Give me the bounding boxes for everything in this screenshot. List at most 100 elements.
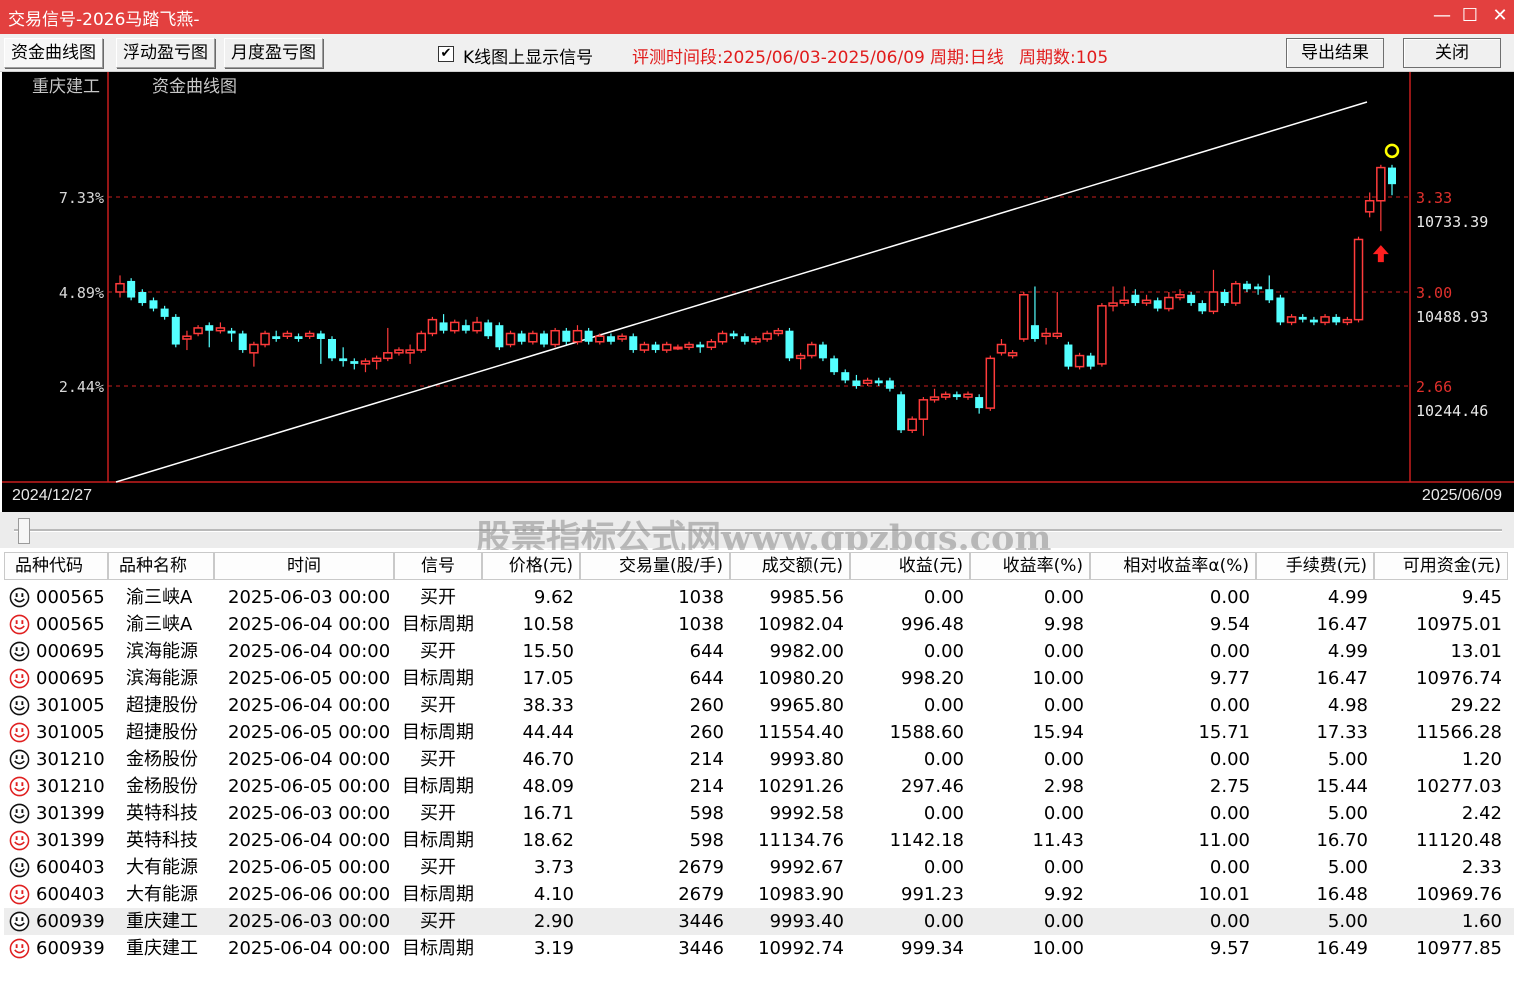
table-row[interactable]: 000695 滨海能源 2025-06-05 00:00 目标周期 17.05 644 10… [4,665,1514,692]
candle [461,319,470,334]
column-header[interactable]: 收益率(%) [970,552,1090,580]
candle [115,275,125,298]
column-header[interactable]: 品种名称 [108,552,214,580]
column-header[interactable]: 可用资金(元) [1374,552,1508,580]
table-row[interactable]: 600403 大有能源 2025-06-06 00:00 目标周期 4.10 2679 10… [4,881,1514,908]
candle-body [975,397,984,409]
cell-rate: 0.00 [1043,695,1084,716]
candle [1007,350,1018,359]
cell-name: 金杨股份 [126,776,198,797]
column-header[interactable]: 交易量(股/手) [580,552,730,580]
candle-body [517,333,526,342]
export-button[interactable]: 导出结果 [1286,38,1384,68]
cell-volume: 260 [689,695,724,716]
cell-signal: 买开 [420,803,456,824]
cell-fee: 4.99 [1327,587,1368,608]
cell-signal: 买开 [420,911,456,932]
cell-cash: 11566.28 [1416,722,1502,743]
table-row[interactable]: 301399 英特科技 2025-06-03 00:00 买开 16.71 598 9992… [4,800,1514,827]
column-header[interactable]: 收益(元) [850,552,970,580]
cell-time: 2025-06-04 00:00 [228,938,391,959]
column-header[interactable]: 手续费(元) [1256,552,1374,580]
candle-body [282,332,293,337]
tab-floating-pnl[interactable]: 浮动盈亏图 [116,38,215,68]
candle [1052,292,1063,339]
candle [249,341,259,367]
table-row[interactable]: 301005 超捷股份 2025-06-04 00:00 买开 38.33 260 9965… [4,692,1514,719]
table-row[interactable]: 301005 超捷股份 2025-06-05 00:00 目标周期 44.44 260 11… [4,719,1514,746]
candle [918,397,929,436]
candle [205,322,214,348]
column-header[interactable]: 价格(元) [482,552,580,580]
candle-body [227,330,236,334]
close-button[interactable]: 关闭 [1403,38,1501,68]
candle [405,344,415,364]
candle [1309,316,1318,326]
close-icon[interactable]: ✕ [1488,4,1512,28]
cell-fee: 17.33 [1316,722,1368,743]
profit-smiley-icon [9,830,30,851]
column-header[interactable]: 信号 [394,552,482,580]
candle-body [350,361,359,364]
candle-body [1074,354,1085,368]
maximize-icon[interactable]: ☐ [1458,4,1482,28]
profit-smiley-icon [9,776,30,797]
cell-cash: 10977.85 [1416,938,1502,959]
candle-body [818,344,827,359]
cell-price: 48.09 [522,776,574,797]
candle [1141,294,1152,306]
column-header[interactable]: 相对收益率α(%) [1090,552,1256,580]
cell-fee: 15.44 [1316,776,1368,797]
tab-monthly-pnl[interactable]: 月度盈亏图 [224,38,323,68]
tab-equity-curve[interactable]: 资金曲线图 [4,38,103,68]
candle-body [171,316,180,345]
table-row[interactable]: 301210 金杨股份 2025-06-05 00:00 目标周期 48.09 214 10… [4,773,1514,800]
left-axis-label: 4.89% [59,284,104,302]
cell-time: 2025-06-03 00:00 [228,587,391,608]
cell-price: 46.70 [522,749,574,770]
table-row[interactable]: 000695 滨海能源 2025-06-04 00:00 买开 15.50 644 9982… [4,638,1514,665]
range-slider[interactable]: 股票指标公式网www.gpzbgs.com [0,512,1514,559]
cell-price: 3.73 [533,857,574,878]
cell-alpha: 0.00 [1209,695,1250,716]
cell-alpha: 0.00 [1209,803,1250,824]
candle [1175,289,1185,301]
candle [339,347,348,367]
cell-profit: 0.00 [923,749,964,770]
table-row[interactable]: 600939 重庆建工 2025-06-04 00:00 目标周期 3.19 3446 10… [4,935,1514,962]
cell-rate: 9.92 [1043,884,1084,905]
candle-body [1364,200,1375,213]
table-row[interactable]: 600403 大有能源 2025-06-05 00:00 买开 3.73 2679 9992… [4,854,1514,881]
table-row[interactable]: 000565 渝三峡A 2025-06-04 00:00 目标周期 10.58 1038 1… [4,611,1514,638]
candle-body [673,346,683,350]
candle-body [138,292,147,304]
candle-body [427,318,438,335]
table-row[interactable]: 301210 金杨股份 2025-06-04 00:00 买开 46.70 214 9993… [4,746,1514,773]
candle-body [1353,238,1364,321]
cell-rate: 11.43 [1032,830,1084,851]
candle-body [729,333,738,337]
cell-cash: 13.01 [1450,641,1502,662]
candle-body [160,308,169,317]
slider-handle[interactable] [18,518,30,544]
candlestick-series [115,164,1396,436]
cell-amount: 9992.67 [769,857,844,878]
cell-volume: 2679 [678,884,724,905]
cell-name: 渝三峡A [126,587,193,608]
column-header[interactable]: 品种代码 [4,552,108,580]
left-axis-label: 2.44% [59,378,104,396]
table-row[interactable]: 000565 渝三峡A 2025-06-03 00:00 买开 9.62 1038 9985… [4,584,1514,611]
candle [1198,300,1207,315]
column-header[interactable]: 成交额(元) [730,552,850,580]
candle [617,333,627,342]
candle-body [1131,294,1140,304]
candle-body [360,360,371,365]
table-row[interactable]: 600939 重庆建工 2025-06-03 00:00 买开 2.90 3446 9993… [4,908,1514,935]
column-header[interactable]: 时间 [214,552,394,580]
candle-body [1342,318,1353,324]
candle [517,330,526,345]
table-row[interactable]: 301399 英特科技 2025-06-04 00:00 目标周期 18.62 598 11… [4,827,1514,854]
cell-volume: 3446 [678,938,724,959]
show-signal-checkbox[interactable]: ✔ [438,46,454,62]
minimize-icon[interactable]: — [1430,4,1454,28]
